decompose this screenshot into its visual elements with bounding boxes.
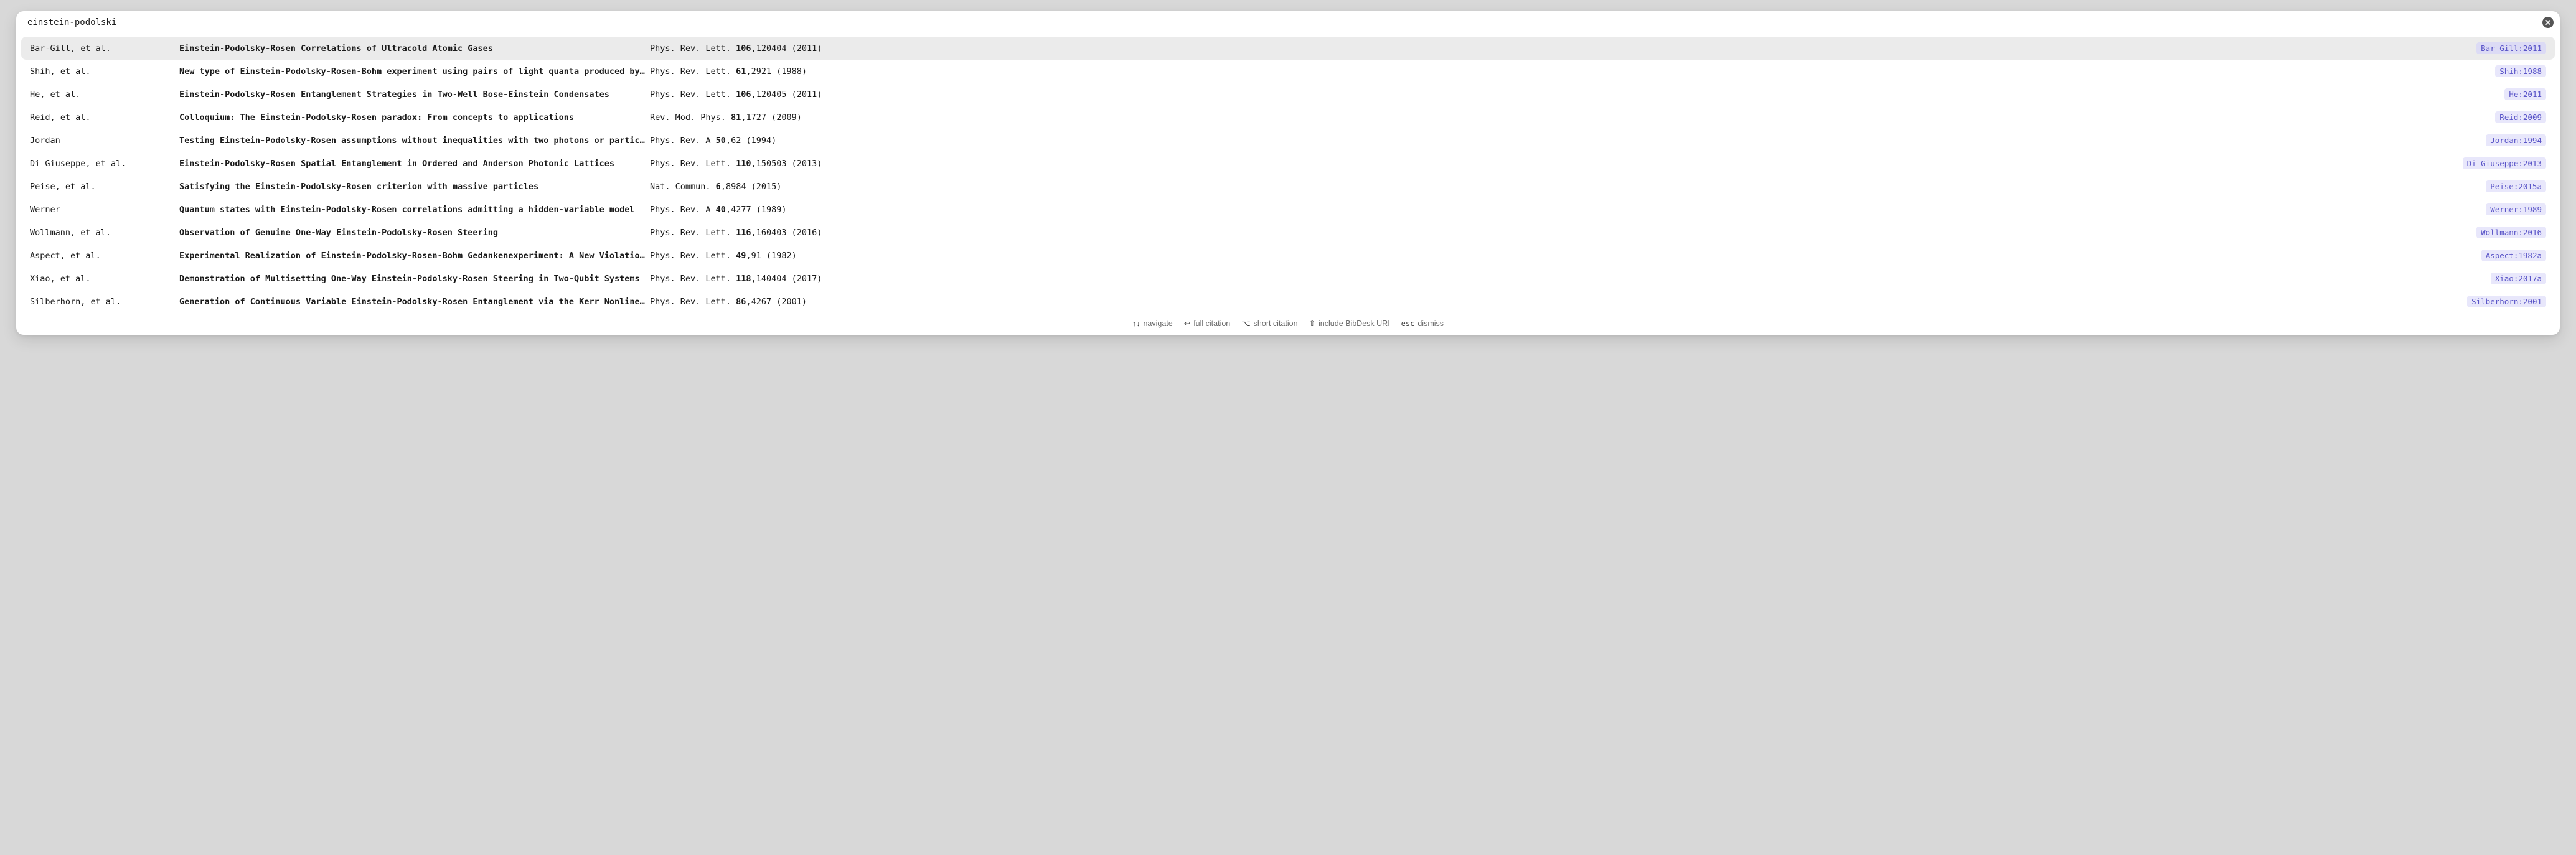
result-row[interactable]: Aspect, et al. Experimental Realization o… (21, 244, 2555, 267)
result-key-badge: He:2011 (2504, 88, 2546, 100)
result-citation: Phys. Rev. Lett. 118,140404 (2017) (650, 274, 2486, 284)
hint-dismiss: esc dismiss (1401, 319, 1444, 328)
result-title: Experimental Realization of Einstein-Pod… (179, 251, 645, 261)
result-authors: Wollmann, et al. (30, 228, 174, 238)
result-authors: Di Giuseppe, et al. (30, 159, 174, 169)
close-button[interactable] (2542, 17, 2554, 28)
hint-full-citation: ↩ full citation (1184, 319, 1231, 328)
result-title: Testing Einstein-Podolsky-Rosen assumpti… (179, 136, 645, 146)
result-authors: Jordan (30, 136, 174, 146)
result-row[interactable]: Shih, et al. New type of Einstein-Podolsk… (21, 60, 2555, 83)
hint-navigate: ↑↓ navigate (1132, 319, 1173, 328)
result-key-badge: Werner:1989 (2486, 203, 2546, 215)
result-title: Quantum states with Einstein-Podolsky-Ro… (179, 205, 645, 215)
result-authors: Bar-Gill, et al. (30, 44, 174, 54)
results-list: Bar-Gill, et al. Einstein-Podolsky-Rosen … (16, 34, 2560, 313)
result-key-badge: Bar-Gill:2011 (2476, 42, 2546, 54)
result-title: New type of Einstein-Podolsky-Rosen-Bohm… (179, 67, 645, 77)
result-citation: Phys. Rev. Lett. 106,120405 (2011) (650, 90, 2499, 100)
result-row[interactable]: Werner Quantum states with Einstein-Podol… (21, 198, 2555, 221)
result-key-badge: Aspect:1982a (2481, 250, 2546, 261)
result-authors: Aspect, et al. (30, 251, 174, 261)
result-key-badge: Silberhorn:2001 (2467, 296, 2546, 307)
result-title: Einstein-Podolsky-Rosen Correlations of … (179, 44, 645, 54)
result-citation: Phys. Rev. Lett. 106,120404 (2011) (650, 44, 2471, 54)
result-citation: Phys. Rev. Lett. 86,4267 (2001) (650, 297, 2462, 307)
result-citation: Phys. Rev. Lett. 49,91 (1982) (650, 251, 2476, 261)
result-row[interactable]: He, et al. Einstein-Podolsky-Rosen Entang… (21, 83, 2555, 106)
result-title: Observation of Genuine One-Way Einstein-… (179, 228, 645, 238)
search-input[interactable] (27, 15, 2542, 30)
result-title: Einstein-Podolsky-Rosen Spatial Entangle… (179, 159, 645, 169)
result-title: Demonstration of Multisetting One-Way Ei… (179, 274, 645, 284)
result-row[interactable]: Silberhorn, et al. Generation of Continuo… (21, 290, 2555, 313)
result-title: Satisfying the Einstein-Podolsky-Rosen c… (179, 182, 645, 192)
result-row[interactable]: Jordan Testing Einstein-Podolsky-Rosen as… (21, 129, 2555, 152)
result-citation: Nat. Commun. 6,8984 (2015) (650, 182, 2481, 192)
search-row (16, 11, 2560, 34)
result-row[interactable]: Wollmann, et al. Observation of Genuine O… (21, 221, 2555, 244)
result-citation: Phys. Rev. Lett. 61,2921 (1988) (650, 67, 2490, 77)
result-key-badge: Shih:1988 (2495, 65, 2546, 77)
result-citation: Phys. Rev. A 40,4277 (1989) (650, 205, 2481, 215)
result-authors: Shih, et al. (30, 67, 174, 77)
result-authors: Xiao, et al. (30, 274, 174, 284)
result-key-badge: Peise:2015a (2486, 180, 2546, 192)
result-authors: Reid, et al. (30, 113, 174, 123)
keyboard-hints: ↑↓ navigate ↩ full citation ⌥ short cita… (16, 313, 2560, 335)
result-authors: Werner (30, 205, 174, 215)
result-authors: Peise, et al. (30, 182, 174, 192)
result-citation: Rev. Mod. Phys. 81,1727 (2009) (650, 113, 2490, 123)
result-title: Generation of Continuous Variable Einste… (179, 297, 645, 307)
close-icon (2545, 19, 2551, 26)
result-row[interactable]: Peise, et al. Satisfying the Einstein-Pod… (21, 175, 2555, 198)
result-row[interactable]: Di Giuseppe, et al. Einstein-Podolsky-Ros… (21, 152, 2555, 175)
result-citation: Phys. Rev. Lett. 110,150503 (2013) (650, 159, 2458, 169)
result-key-badge: Reid:2009 (2495, 111, 2546, 123)
result-row[interactable]: Bar-Gill, et al. Einstein-Podolsky-Rosen … (21, 37, 2555, 60)
result-title: Colloquium: The Einstein-Podolsky-Rosen … (179, 113, 645, 123)
result-row[interactable]: Xiao, et al. Demonstration of Multisettin… (21, 267, 2555, 290)
result-row[interactable]: Reid, et al. Colloquium: The Einstein-Pod… (21, 106, 2555, 129)
result-authors: He, et al. (30, 90, 174, 100)
result-citation: Phys. Rev. A 50,62 (1994) (650, 136, 2481, 146)
result-key-badge: Wollmann:2016 (2476, 227, 2546, 238)
hint-bibdesk-uri: ⇧ include BibDesk URI (1309, 319, 1390, 328)
result-citation: Phys. Rev. Lett. 116,160403 (2016) (650, 228, 2471, 238)
result-key-badge: Jordan:1994 (2486, 134, 2546, 146)
citation-picker-panel: Bar-Gill, et al. Einstein-Podolsky-Rosen … (16, 11, 2560, 335)
result-authors: Silberhorn, et al. (30, 297, 174, 307)
result-key-badge: Di-Giuseppe:2013 (2463, 157, 2546, 169)
result-key-badge: Xiao:2017a (2491, 273, 2546, 284)
hint-short-citation: ⌥ short citation (1241, 319, 1297, 328)
result-title: Einstein-Podolsky-Rosen Entanglement Str… (179, 90, 645, 100)
